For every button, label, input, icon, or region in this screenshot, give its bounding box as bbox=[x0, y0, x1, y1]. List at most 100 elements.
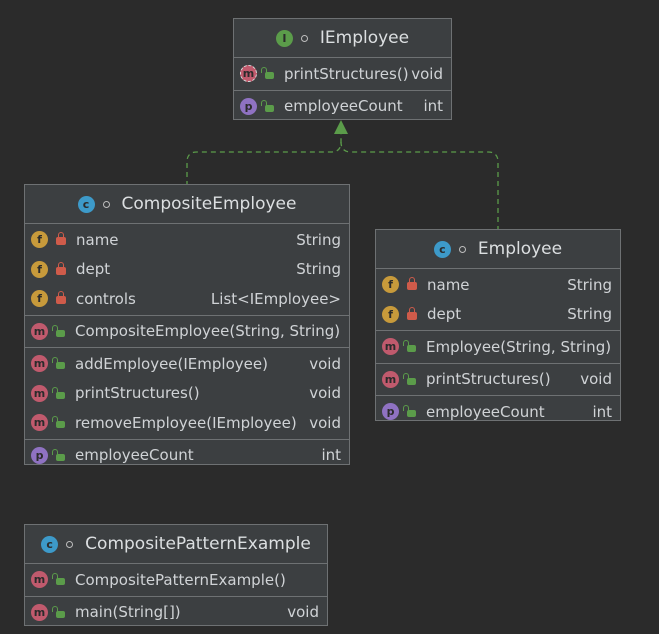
member-type: String bbox=[567, 275, 612, 294]
member-row[interactable]: f name String bbox=[376, 270, 620, 300]
public-lock-icon bbox=[52, 448, 65, 461]
private-lock-icon bbox=[407, 277, 417, 291]
public-lock-icon bbox=[52, 324, 65, 337]
member-name: employeeCount bbox=[426, 402, 545, 421]
method-icon: m bbox=[31, 571, 48, 589]
member-type: void bbox=[309, 384, 341, 403]
member-row[interactable]: m printStructures() void bbox=[234, 59, 451, 89]
member-row[interactable]: m Employee(String, String) bbox=[376, 332, 620, 362]
ce-to-ie-connector bbox=[186, 132, 342, 186]
private-lock-icon bbox=[56, 261, 66, 275]
member-row[interactable]: m addEmployee(IEmployee) void bbox=[25, 349, 349, 379]
methods-section: m main(String[]) void bbox=[25, 597, 327, 629]
member-type: String bbox=[567, 305, 612, 324]
member-type: void bbox=[580, 370, 612, 389]
public-lock-icon bbox=[52, 605, 65, 618]
constructors-section: m CompositeEmployee(String, String) bbox=[25, 316, 349, 348]
abstract-method-icon: m bbox=[240, 65, 257, 83]
member-row[interactable]: f controls List<IEmployee> bbox=[25, 284, 349, 314]
interface-icon: I bbox=[275, 29, 293, 47]
member-row[interactable]: p employeeCount int bbox=[376, 397, 620, 427]
field-icon: f bbox=[382, 305, 399, 323]
emp-class-box[interactable]: c Employee f name String f dept String m… bbox=[375, 229, 621, 421]
properties-section: p employeeCount int bbox=[25, 440, 349, 472]
constructors-section: m CompositePatternExample() bbox=[25, 564, 327, 597]
member-name: main(String[]) bbox=[75, 603, 181, 622]
public-lock-icon bbox=[52, 357, 65, 370]
member-name: CompositeEmployee(String, String) bbox=[75, 322, 341, 341]
properties-section: p employeeCount int bbox=[234, 91, 451, 123]
public-lock-icon bbox=[403, 372, 416, 385]
field-icon: f bbox=[31, 231, 48, 249]
member-row[interactable]: m CompositePatternExample() bbox=[25, 565, 327, 595]
member-type: String bbox=[296, 230, 341, 249]
member-name: CompositePatternExample() bbox=[75, 570, 286, 589]
member-type: void bbox=[309, 413, 341, 432]
member-row[interactable]: f dept String bbox=[25, 255, 349, 285]
member-name: name bbox=[427, 275, 470, 294]
cpe-class-box[interactable]: c CompositePatternExample m CompositePat… bbox=[24, 524, 328, 626]
public-lock-icon bbox=[52, 416, 65, 429]
method-icon: m bbox=[31, 414, 48, 432]
class-header: c CompositePatternExample bbox=[25, 525, 327, 564]
realization-arrowhead bbox=[334, 120, 348, 134]
field-icon: f bbox=[382, 276, 399, 294]
member-name: dept bbox=[427, 305, 462, 324]
member-row[interactable]: m main(String[]) void bbox=[25, 598, 327, 628]
public-lock-icon bbox=[403, 340, 416, 353]
member-type: void bbox=[309, 354, 341, 373]
methods-section: m printStructures() void bbox=[376, 364, 620, 396]
method-icon: m bbox=[382, 338, 399, 356]
member-row[interactable]: m CompositeEmployee(String, String) bbox=[25, 317, 349, 347]
member-row[interactable]: f dept String bbox=[376, 300, 620, 330]
private-lock-icon bbox=[56, 232, 66, 246]
member-name: addEmployee(IEmployee) bbox=[75, 354, 268, 373]
public-lock-icon bbox=[403, 405, 416, 418]
properties-section: p employeeCount int bbox=[376, 396, 620, 428]
ie-class-box[interactable]: I IEmployee m printStructures() void p e… bbox=[233, 18, 452, 120]
private-lock-icon bbox=[407, 306, 417, 320]
member-row[interactable]: m printStructures() void bbox=[25, 379, 349, 409]
class-header: I IEmployee bbox=[234, 19, 451, 58]
member-type: void bbox=[287, 603, 319, 622]
member-name: controls bbox=[76, 289, 136, 308]
class-name: Employee bbox=[477, 239, 563, 259]
static-marker-icon bbox=[102, 200, 110, 208]
public-lock-icon bbox=[52, 386, 65, 399]
member-name: dept bbox=[76, 260, 111, 279]
class-icon: c bbox=[77, 195, 95, 213]
class-header: c Employee bbox=[376, 230, 620, 269]
methods-section: m addEmployee(IEmployee) void m printStr… bbox=[25, 348, 349, 440]
methods-section: m printStructures() void bbox=[234, 58, 451, 91]
property-icon: p bbox=[31, 446, 48, 464]
method-icon: m bbox=[31, 384, 48, 402]
member-name: printStructures() bbox=[426, 370, 551, 389]
constructors-section: m Employee(String, String) bbox=[376, 331, 620, 364]
member-row[interactable]: m removeEmployee(IEmployee) void bbox=[25, 408, 349, 438]
class-header: c CompositeEmployee bbox=[25, 185, 349, 224]
private-lock-icon bbox=[56, 291, 66, 305]
method-icon: m bbox=[382, 370, 399, 388]
class-name: IEmployee bbox=[319, 28, 410, 48]
member-row[interactable]: p employeeCount int bbox=[234, 92, 451, 122]
field-icon: f bbox=[31, 290, 48, 308]
member-type: int bbox=[423, 97, 443, 116]
member-name: name bbox=[76, 230, 119, 249]
member-row[interactable]: m printStructures() void bbox=[376, 365, 620, 395]
member-name: employeeCount bbox=[75, 446, 194, 465]
class-name: CompositePatternExample bbox=[85, 534, 311, 554]
member-name: Employee(String, String) bbox=[426, 337, 612, 356]
ce-class-box[interactable]: c CompositeEmployee f name String f dept… bbox=[24, 184, 350, 465]
member-name: removeEmployee(IEmployee) bbox=[75, 413, 297, 432]
property-icon: p bbox=[382, 403, 399, 421]
field-icon: f bbox=[31, 260, 48, 278]
static-method-icon: m bbox=[31, 603, 48, 621]
member-row[interactable]: p employeeCount int bbox=[25, 441, 349, 471]
member-type: int bbox=[321, 446, 341, 465]
emp-to-ie-connector bbox=[340, 141, 499, 231]
public-lock-icon bbox=[52, 573, 65, 586]
class-icon: c bbox=[433, 240, 451, 258]
member-row[interactable]: f name String bbox=[25, 225, 349, 255]
static-marker-icon bbox=[458, 245, 466, 253]
member-name: employeeCount bbox=[284, 97, 403, 116]
